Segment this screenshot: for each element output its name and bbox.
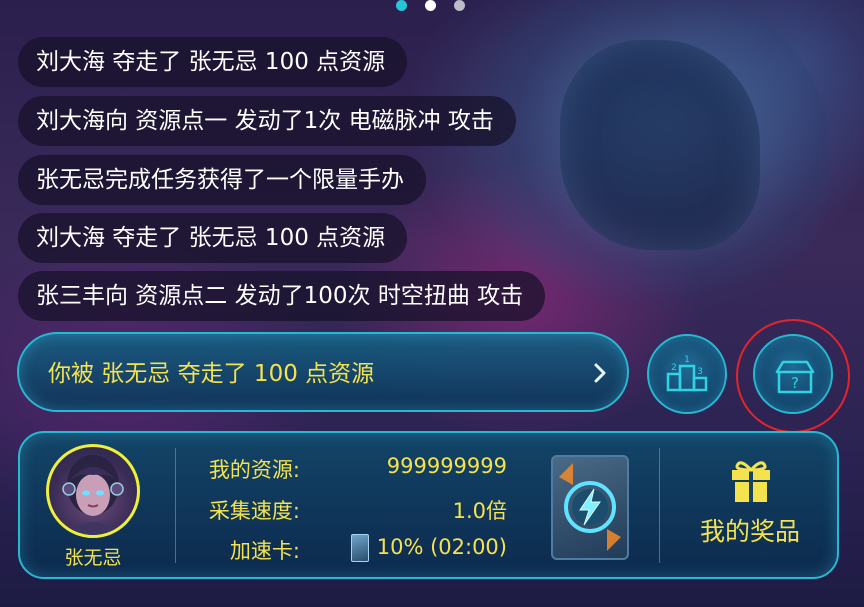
avatar-portrait [62, 455, 124, 535]
lightning-icon [559, 463, 621, 551]
player-name: 张无忌 [64, 547, 122, 569]
chevron-right-icon [594, 363, 606, 383]
carousel-indicator [396, 0, 465, 11]
carousel-dot-1[interactable] [396, 0, 407, 11]
boost-card-icon [351, 534, 369, 562]
speed-label: 采集速度: [208, 499, 300, 523]
podium-icon: 1 2 3 [666, 355, 708, 392]
ranking-button[interactable]: 1 2 3 [647, 334, 727, 414]
avatar[interactable] [46, 444, 140, 538]
carousel-dot-3[interactable] [454, 0, 465, 11]
svg-text:1: 1 [684, 355, 690, 365]
highlight-ring [736, 319, 850, 433]
notification-bar[interactable]: 你被 张无忌 夺走了 100 点资源 [17, 332, 629, 412]
notification-text: 你被 张无忌 夺走了 100 点资源 [48, 361, 375, 387]
boost-card-value: 10% (02:00) [376, 535, 507, 559]
divider [175, 448, 176, 563]
my-prizes-button[interactable]: 我的奖品 [690, 512, 810, 548]
message-item: 张三丰向 资源点二 发动了100次 时空扭曲 攻击 [18, 271, 546, 321]
message-item: 刘大海 夺走了 张无忌 100 点资源 [18, 37, 408, 87]
boost-card-label: 加速卡: [229, 539, 300, 563]
message-item: 张无忌完成任务获得了一个限量手办 [18, 155, 426, 205]
background-visor [560, 40, 760, 250]
gift-icon[interactable] [728, 458, 774, 504]
svg-text:3: 3 [697, 367, 703, 377]
resources-label: 我的资源: [208, 458, 300, 482]
carousel-dot-2[interactable] [425, 0, 436, 11]
divider [659, 448, 660, 563]
boost-card-image[interactable] [551, 455, 629, 560]
message-item: 刘大海 夺走了 张无忌 100 点资源 [18, 213, 408, 263]
resources-value: 999999999 [386, 454, 507, 478]
message-item: 刘大海向 资源点一 发动了1次 电磁脉冲 攻击 [18, 96, 516, 146]
speed-value: 1.0倍 [452, 499, 507, 523]
svg-text:2: 2 [671, 363, 677, 373]
